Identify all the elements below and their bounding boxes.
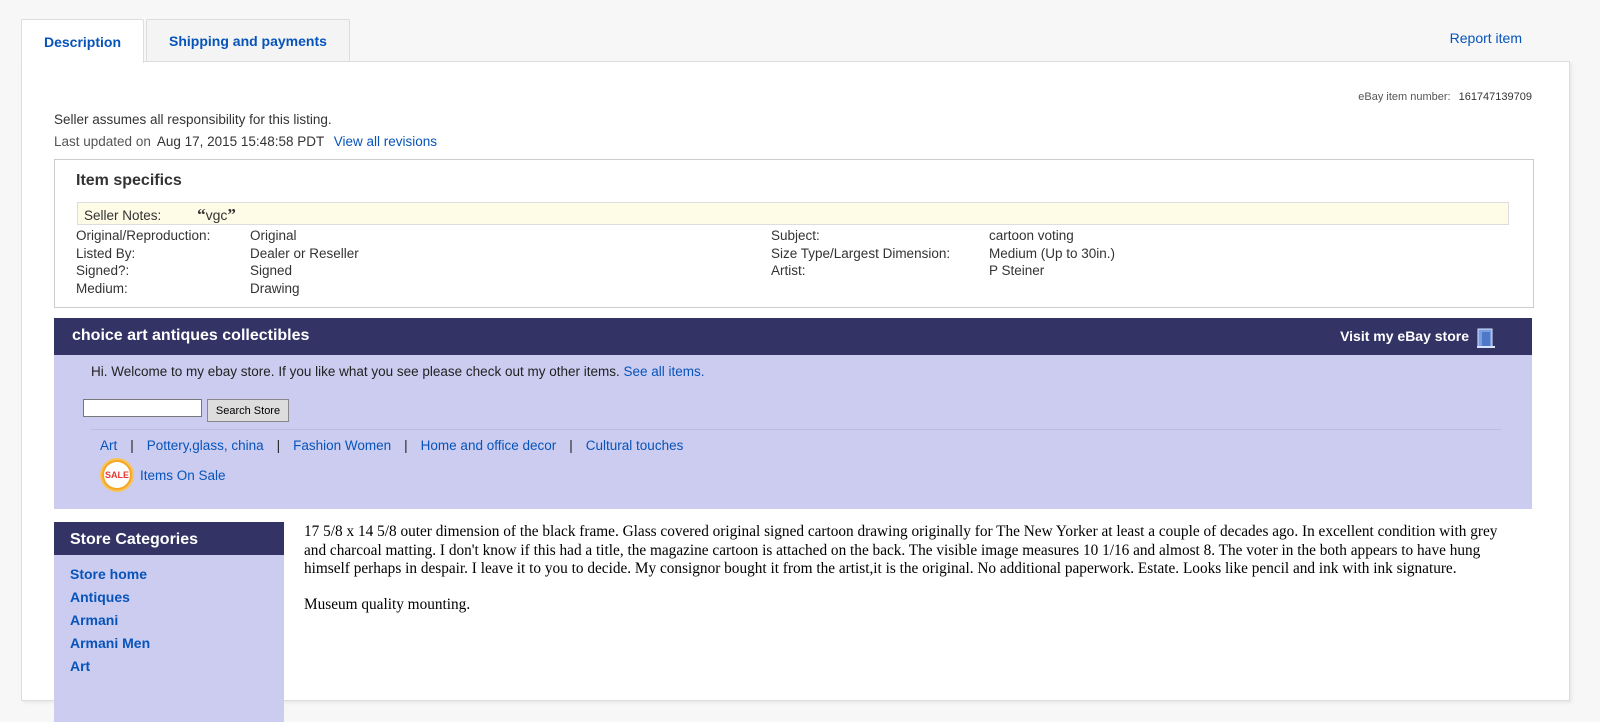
store-nav-art[interactable]: Art (100, 438, 117, 453)
specifics-left-column: Original/Reproduction: Original Listed By… (76, 227, 359, 297)
spec-value: Signed (250, 263, 293, 279)
spec-row: Artist: P Steiner (771, 262, 1115, 280)
last-updated: Last updated on Aug 17, 2015 15:48:58 PDT… (54, 134, 437, 149)
category-store-home[interactable]: Store home (70, 566, 147, 582)
description-paragraph: Museum quality mounting. (304, 595, 471, 613)
responsibility-text: Seller assumes all responsibility for th… (54, 112, 332, 127)
spec-key: Original/Reproduction: (76, 228, 211, 243)
specifics-right-column: Subject: cartoon voting Size Type/Largest… (771, 227, 1115, 280)
seller-notes: Seller Notes: “vgc” (77, 202, 1509, 225)
store-door-icon[interactable] (1476, 326, 1496, 348)
search-store-button[interactable]: Search Store (207, 399, 289, 422)
spec-value: Dealer or Reseller (250, 245, 359, 261)
list-item: Armani Men (70, 632, 268, 655)
view-revisions-link[interactable]: View all revisions (334, 134, 437, 149)
nav-separator: | (276, 438, 281, 453)
spec-row: Original/Reproduction: Original (76, 227, 359, 245)
items-on-sale[interactable]: SALE Items On Sale (100, 458, 226, 492)
sale-badge-icon: SALE (100, 458, 134, 492)
store-nav-fashion-women[interactable]: Fashion Women (293, 438, 391, 453)
seller-notes-label: Seller Notes: (84, 208, 162, 223)
spec-key: Size Type/Largest Dimension: (771, 245, 951, 261)
item-number: eBay item number: 161747139709 (1358, 91, 1532, 103)
store-nav-pottery[interactable]: Pottery,glass, china (147, 438, 264, 453)
list-item: Armani (70, 609, 268, 632)
spec-key: Signed?: (76, 263, 130, 279)
sale-badge-text: SALE (104, 462, 130, 488)
description-panel: eBay item number: 161747139709 Seller ass… (21, 61, 1570, 722)
seller-notes-value: “vgc” (197, 205, 236, 224)
category-armani[interactable]: Armani (70, 612, 118, 628)
listing-tabs: Description Shipping and payments (21, 19, 352, 63)
store-category-nav: Art | Pottery,glass, china | Fashion Wom… (100, 438, 683, 453)
spec-value: Drawing (250, 280, 300, 296)
last-updated-value: Aug 17, 2015 15:48:58 PDT (156, 134, 324, 149)
visit-store-link[interactable]: Visit my eBay store (1340, 328, 1469, 344)
store-nav-home-office[interactable]: Home and office decor (421, 438, 557, 453)
spec-value: cartoon voting (989, 228, 1074, 243)
see-all-items-link[interactable]: See all items. (624, 364, 705, 379)
category-armani-men[interactable]: Armani Men (70, 635, 150, 651)
item-description: 17 5/8 x 14 5/8 outer dimension of the b… (304, 523, 1504, 631)
nav-separator: | (569, 438, 573, 453)
spec-key: Listed By: (76, 245, 136, 261)
spec-key: Subject: (771, 228, 820, 243)
items-on-sale-link[interactable]: Items On Sale (140, 468, 226, 483)
store-categories-list: Store home Antiques Armani Armani Men Ar… (54, 555, 284, 686)
item-specifics: Item specifics Seller Notes: “vgc” Origi… (54, 159, 1534, 308)
store-nav-cultural[interactable]: Cultural touches (586, 438, 684, 453)
spec-key: Artist: (771, 263, 806, 279)
store-body: Hi. Welcome to my ebay store. If you lik… (54, 355, 1532, 509)
category-art[interactable]: Art (70, 658, 90, 674)
nav-separator: | (404, 438, 408, 453)
spec-row: Size Type/Largest Dimension: Medium (Up t… (771, 245, 1115, 263)
description-paragraph: 17 5/8 x 14 5/8 outer dimension of the b… (304, 523, 1498, 577)
spec-row: Signed?: Signed (76, 262, 359, 280)
spec-value: Original (250, 228, 297, 243)
list-item: Store home (70, 563, 268, 586)
spec-value: P Steiner (989, 263, 1045, 279)
tab-shipping-payments[interactable]: Shipping and payments (146, 19, 350, 62)
category-antiques[interactable]: Antiques (70, 589, 130, 605)
item-number-value: 161747139709 (1458, 91, 1532, 103)
store-categories: Store Categories Store home Antiques Arm… (54, 522, 284, 722)
spec-row: Subject: cartoon voting (771, 227, 1115, 245)
store-name: choice art antiques collectibles (72, 327, 310, 344)
divider (91, 429, 1501, 430)
spec-row: Listed By: Dealer or Reseller (76, 245, 359, 263)
report-item-link[interactable]: Report item (1450, 30, 1522, 46)
store-search-input[interactable] (83, 399, 202, 417)
spec-value: Medium (Up to 30in.) (989, 245, 1116, 261)
tab-description[interactable]: Description (21, 19, 145, 63)
store-header: choice art antiques collectibles Visit m… (54, 318, 1532, 355)
welcome-text: Hi. Welcome to my ebay store. If you lik… (91, 364, 620, 379)
nav-separator: | (130, 438, 134, 453)
list-item: Antiques (70, 586, 268, 609)
list-item: Art (70, 655, 268, 678)
item-specifics-title: Item specifics (76, 172, 182, 189)
store-welcome: Hi. Welcome to my ebay store. If you lik… (91, 364, 705, 379)
item-number-label: eBay item number: (1358, 91, 1451, 103)
spec-key: Medium: (76, 280, 128, 296)
store-categories-title: Store Categories (54, 522, 284, 555)
last-updated-label: Last updated on (54, 134, 151, 149)
spec-row: Medium: Drawing (76, 280, 359, 298)
